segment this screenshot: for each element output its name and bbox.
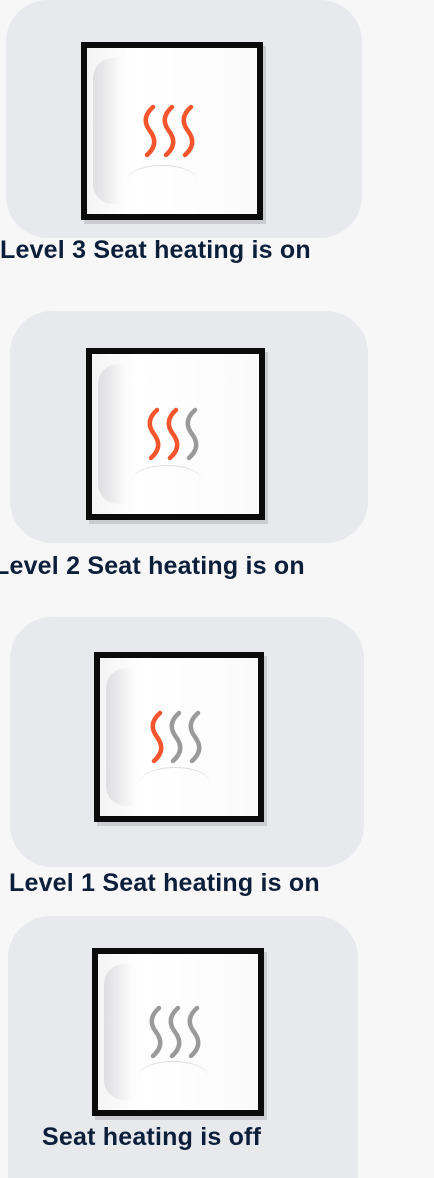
seat-heating-caption-off: Seat heating is off — [42, 1123, 262, 1151]
heat-wave-active-icon — [143, 104, 157, 158]
seat-heater-icon — [147, 407, 198, 461]
button-glare — [98, 364, 126, 504]
seat-heating-button-level-3[interactable] — [81, 42, 263, 220]
seat-heating-caption-level-2: Level 2 Seat heating is on — [0, 552, 305, 580]
heat-wave-inactive-icon — [187, 1005, 201, 1059]
heat-wave-active-icon — [166, 407, 179, 461]
heat-wave-active-icon — [150, 710, 164, 764]
button-glare — [104, 964, 132, 1100]
heat-wave-active-icon — [181, 104, 195, 158]
heat-wave-active-icon — [147, 407, 160, 461]
seat-heater-icon — [143, 104, 195, 158]
heat-wave-active-icon — [162, 104, 176, 158]
seat-heating-button-level-2[interactable] — [86, 348, 265, 520]
seat-heater-icon — [150, 710, 202, 764]
heat-wave-inactive-icon — [188, 710, 202, 764]
seat-heating-button-off[interactable] — [92, 948, 264, 1116]
seat-heater-icon — [149, 1005, 201, 1059]
button-glare — [106, 668, 134, 806]
button-glare — [93, 58, 121, 204]
seat-heating-caption-level-1: Level 1 Seat heating is on — [9, 869, 320, 897]
heat-wave-inactive-icon — [149, 1005, 163, 1059]
heat-wave-inactive-icon — [169, 710, 183, 764]
heat-wave-inactive-icon — [185, 407, 198, 461]
seat-heating-button-level-1[interactable] — [94, 652, 264, 822]
heat-wave-inactive-icon — [168, 1005, 182, 1059]
seat-heating-caption-level-3: Level 3 Seat heating is on — [0, 236, 311, 264]
